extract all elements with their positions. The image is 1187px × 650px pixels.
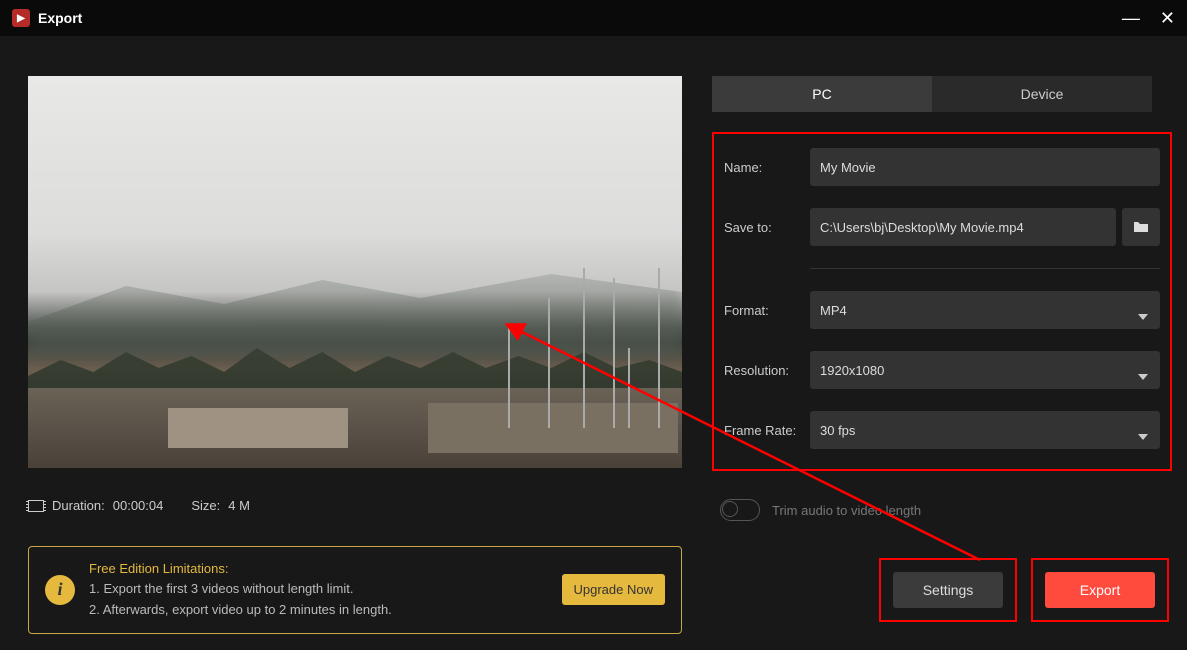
framerate-label: Frame Rate: — [724, 423, 810, 438]
video-preview — [28, 76, 682, 468]
minimize-button[interactable]: — — [1122, 8, 1140, 29]
framerate-select[interactable]: 30 fps — [810, 411, 1160, 449]
resolution-label: Resolution: — [724, 363, 810, 378]
limitation-title: Free Edition Limitations: — [89, 559, 548, 580]
app-icon: ▶ — [12, 9, 30, 27]
resolution-select[interactable]: 1920x1080 — [810, 351, 1160, 389]
upgrade-button[interactable]: Upgrade Now — [562, 574, 666, 605]
export-settings-panel: Name: Save to: Format: MP4 — [712, 132, 1172, 471]
folder-icon — [1133, 221, 1149, 233]
limitation-line-1: 1. Export the first 3 videos without len… — [89, 579, 548, 600]
duration-value: 00:00:04 — [113, 498, 164, 513]
tab-device[interactable]: Device — [932, 76, 1152, 112]
export-button[interactable]: Export — [1045, 572, 1155, 608]
format-label: Format: — [724, 303, 810, 318]
trim-label: Trim audio to video length — [772, 503, 921, 518]
limitation-notice: i Free Edition Limitations: 1. Export th… — [28, 546, 682, 634]
duration-label: Duration: — [52, 498, 105, 513]
limitation-line-2: 2. Afterwards, export video up to 2 minu… — [89, 600, 548, 621]
info-icon: i — [45, 575, 75, 605]
close-button[interactable]: ✕ — [1160, 8, 1175, 29]
trim-toggle[interactable] — [720, 499, 760, 521]
format-select[interactable]: MP4 — [810, 291, 1160, 329]
film-icon — [28, 500, 44, 512]
name-label: Name: — [724, 160, 810, 175]
settings-button[interactable]: Settings — [893, 572, 1003, 608]
size-value: 4 M — [228, 498, 250, 513]
save-to-label: Save to: — [724, 220, 810, 235]
tab-pc[interactable]: PC — [712, 76, 932, 112]
size-label: Size: — [191, 498, 220, 513]
window-title: Export — [38, 10, 82, 26]
browse-button[interactable] — [1122, 208, 1160, 246]
name-input[interactable] — [810, 148, 1160, 186]
form-divider — [810, 268, 1160, 269]
title-bar: ▶ Export — ✕ — [0, 0, 1187, 36]
save-to-input[interactable] — [810, 208, 1116, 246]
export-tabs: PC Device — [712, 76, 1152, 112]
video-metadata: Duration: 00:00:04 Size: 4 M — [28, 498, 682, 513]
